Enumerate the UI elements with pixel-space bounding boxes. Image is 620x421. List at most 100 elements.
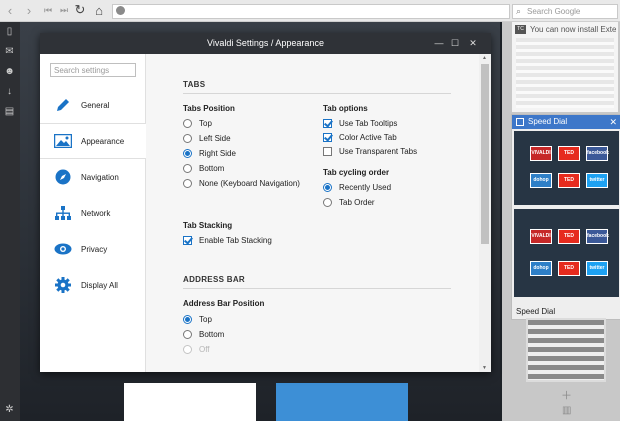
eye-icon — [54, 241, 72, 257]
checkbox-label: Enable Tab Stacking — [199, 236, 272, 245]
radio-label: Tab Order — [339, 198, 375, 207]
radio-tab-position-bottom[interactable]: Bottom — [183, 164, 224, 173]
radio-address-off[interactable]: Off — [183, 345, 210, 354]
close-icon[interactable]: ✕ — [466, 33, 480, 54]
checkbox[interactable] — [323, 119, 332, 128]
radio-tab-position-right[interactable]: Right Side — [183, 149, 236, 158]
image-icon — [54, 133, 72, 149]
checkbox-color-active-tab[interactable]: Color Active Tab — [323, 133, 397, 142]
sidebar-item-label: Network — [81, 208, 111, 218]
radio-button[interactable] — [183, 345, 192, 354]
contacts-icon[interactable]: ☻ — [4, 66, 15, 77]
radio-button[interactable] — [323, 183, 332, 192]
forward-icon[interactable]: › — [22, 3, 36, 18]
radio-label: Recently Used — [339, 183, 392, 192]
speed-dial-thumbnail: VIVALDI TED facebook dohop TED twitter — [514, 131, 619, 205]
radio-label: Top — [199, 119, 212, 128]
radio-button[interactable] — [183, 119, 192, 128]
checkbox-enable-tab-stacking[interactable]: Enable Tab Stacking — [183, 236, 272, 245]
tile-label: TED — [558, 173, 580, 188]
section-title-address-bar: ADDRESS BAR — [183, 275, 245, 284]
sidebar-item-appearance[interactable]: Appearance — [40, 123, 146, 159]
add-icon[interactable]: ＋ — [561, 387, 572, 403]
reload-icon[interactable]: ↻ — [73, 2, 87, 17]
sidebar-item-network[interactable]: Network — [40, 195, 145, 231]
radio-tab-position-top[interactable]: Top — [183, 119, 212, 128]
bookmarks-icon[interactable]: ▯ — [4, 26, 15, 37]
fast-forward-icon[interactable]: ⏭ — [57, 3, 71, 17]
divider — [183, 288, 451, 289]
radio-address-bottom[interactable]: Bottom — [183, 330, 224, 339]
radio-label: None (Keyboard Navigation) — [199, 179, 300, 188]
section-title-tabs: TABS — [183, 80, 206, 89]
notes-icon[interactable]: ▤ — [4, 106, 15, 117]
radio-tab-position-none[interactable]: None (Keyboard Navigation) — [183, 179, 300, 188]
divider — [183, 93, 451, 94]
search-field[interactable]: ⌕ Search Google — [512, 4, 618, 19]
mail-icon[interactable]: ✉ — [4, 46, 15, 57]
checkbox-label: Use Tab Tooltips — [339, 119, 398, 128]
speed-dial-tab-preview[interactable]: Speed Dial ✕ VIVALDI TED facebook dohop … — [511, 114, 620, 320]
settings-gear-icon[interactable]: ✲ — [4, 404, 15, 415]
checkbox[interactable] — [323, 147, 332, 156]
radio-button[interactable] — [183, 179, 192, 188]
checkbox[interactable] — [183, 236, 192, 245]
radio-button[interactable] — [183, 149, 192, 158]
sidebar-item-navigation[interactable]: Navigation — [40, 159, 145, 195]
scroll-down-icon[interactable]: ▼ — [482, 365, 487, 371]
checkbox[interactable] — [323, 133, 332, 142]
close-icon[interactable]: ✕ — [609, 115, 617, 129]
scrollbar-thumb[interactable] — [481, 64, 489, 244]
tile-label: VIVALDI — [530, 146, 552, 161]
maximize-icon[interactable]: ☐ — [448, 33, 462, 54]
rewind-icon[interactable]: ⏮ — [41, 3, 55, 17]
sidebar-item-display-all[interactable]: Display All — [40, 267, 145, 303]
checkbox-use-tab-tooltips[interactable]: Use Tab Tooltips — [323, 119, 397, 128]
home-icon[interactable]: ⌂ — [92, 3, 106, 18]
browser-toolbar: ‹ › ⏮ ⏭ ↻ ⌂ ⌕ Search Google — [0, 0, 620, 22]
content-scrollbar[interactable]: ▲ ▼ — [479, 54, 491, 372]
radio-address-top[interactable]: Top — [183, 315, 212, 324]
search-placeholder: Search settings — [54, 66, 110, 75]
group-title-tabs-position: Tabs Position — [183, 104, 235, 113]
checkbox-label: Use Transparent Tabs — [339, 147, 418, 156]
window-titlebar[interactable]: Vivaldi Settings / Appearance — ☐ ✕ — [40, 33, 491, 54]
panel-strip: ▯ ✉ ☻ ↓ ▤ ✲ — [0, 22, 20, 421]
search-settings-input[interactable]: Search settings — [50, 63, 136, 77]
address-bar[interactable] — [112, 4, 510, 19]
radio-button[interactable] — [183, 315, 192, 324]
speed-dial-tile[interactable] — [276, 383, 408, 421]
tab-preview[interactable] — [526, 318, 606, 382]
radio-button[interactable] — [323, 198, 332, 207]
sidebar-item-general[interactable]: General — [40, 87, 145, 123]
sidebar-item-privacy[interactable]: Privacy — [40, 231, 145, 267]
downloads-icon[interactable]: ↓ — [4, 86, 15, 97]
radio-button[interactable] — [183, 134, 192, 143]
tile-label: twitter — [586, 173, 608, 188]
minimize-icon[interactable]: — — [432, 33, 446, 54]
radio-button[interactable] — [183, 330, 192, 339]
network-icon — [54, 205, 72, 221]
speed-dial-tile[interactable] — [124, 383, 256, 421]
speed-dial-tab-title: Speed Dial — [528, 117, 568, 126]
compass-icon — [54, 169, 72, 185]
back-icon[interactable]: ‹ — [3, 3, 17, 18]
radio-tab-position-left[interactable]: Left Side — [183, 134, 231, 143]
radio-label: Top — [199, 315, 212, 324]
tab-preview[interactable]: TC You can now install Extens — [512, 22, 618, 112]
trash-icon[interactable]: ▥ — [562, 405, 571, 416]
radio-label: Left Side — [199, 134, 231, 143]
pencil-icon — [54, 97, 72, 113]
checkbox-use-transparent-tabs[interactable]: Use Transparent Tabs — [323, 147, 417, 156]
tile-label: facebook — [586, 146, 609, 161]
group-title-tab-stacking: Tab Stacking — [183, 221, 233, 230]
radio-cycling-tab-order[interactable]: Tab Order — [323, 198, 375, 207]
radio-button[interactable] — [183, 164, 192, 173]
search-engine-icon[interactable]: ⌕ — [516, 5, 521, 18]
radio-cycling-recently-used[interactable]: Recently Used — [323, 183, 391, 192]
tab-thumbnail — [516, 38, 614, 108]
site-info-icon[interactable] — [116, 6, 125, 15]
settings-sidebar: Search settings General Appearance Navig… — [40, 54, 146, 372]
scroll-up-icon[interactable]: ▲ — [482, 55, 487, 61]
group-title-tab-options: Tab options — [323, 104, 368, 113]
